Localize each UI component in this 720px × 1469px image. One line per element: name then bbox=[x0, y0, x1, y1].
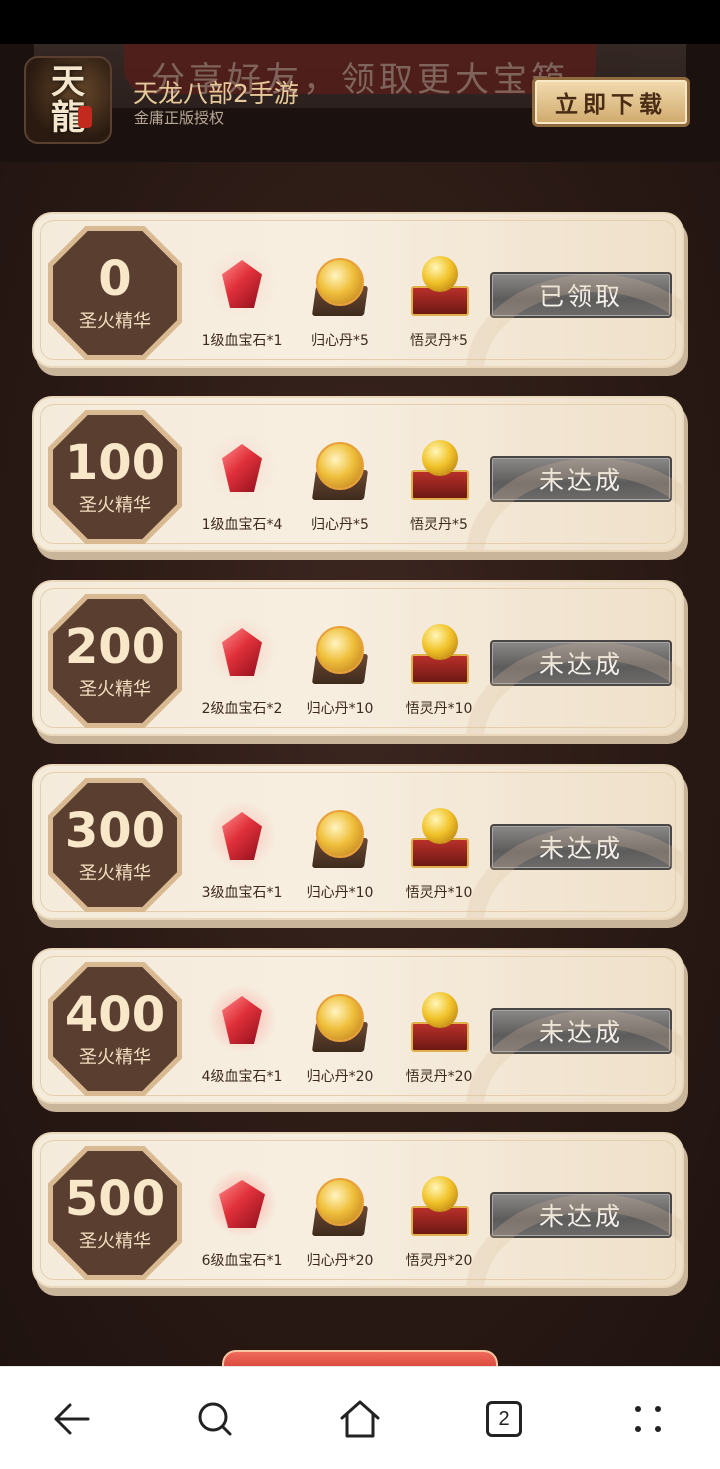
reward-item-pill[interactable]: 归心丹*5 bbox=[292, 214, 388, 366]
reward-list: 0 圣火精华 1级血宝石*1 归心丹*5 悟灵丹*5 已领取 100 圣火精华 … bbox=[0, 162, 720, 1366]
reward-item-gem[interactable]: 4级血宝石*1 bbox=[194, 950, 290, 1102]
wuling-pill-chest-icon bbox=[409, 806, 471, 872]
claim-status-button[interactable]: 未达成 bbox=[490, 640, 672, 686]
threshold-badge: 100 圣火精华 bbox=[48, 410, 182, 544]
reward-item-chest[interactable]: 悟灵丹*20 bbox=[391, 950, 487, 1102]
back-button[interactable] bbox=[42, 1393, 102, 1445]
app-title: 天龙八部2手游 bbox=[133, 79, 299, 108]
threshold-unit: 圣火精华 bbox=[79, 1047, 151, 1068]
threshold-value: 0 bbox=[98, 251, 132, 307]
guixin-pill-icon bbox=[308, 624, 372, 688]
app-logo[interactable]: 天龍 bbox=[24, 56, 112, 144]
wuling-pill-chest-icon bbox=[409, 438, 471, 504]
home-icon bbox=[340, 1400, 380, 1438]
guixin-pill-icon bbox=[308, 992, 372, 1056]
threshold-unit: 圣火精华 bbox=[79, 863, 151, 884]
reward-item-chest[interactable]: 悟灵丹*10 bbox=[391, 766, 487, 918]
bottom-action-tab[interactable] bbox=[222, 1350, 498, 1366]
threshold-badge: 200 圣火精华 bbox=[48, 594, 182, 728]
reward-item-pill[interactable]: 归心丹*20 bbox=[292, 1134, 388, 1286]
threshold-unit: 圣火精华 bbox=[79, 1231, 151, 1252]
reward-item-pill[interactable]: 归心丹*10 bbox=[292, 766, 388, 918]
wuling-pill-chest-icon bbox=[409, 254, 471, 320]
threshold-value: 200 bbox=[64, 619, 166, 675]
claim-status-button[interactable]: 未达成 bbox=[490, 1192, 672, 1238]
status-bar bbox=[0, 0, 720, 44]
threshold-unit: 圣火精华 bbox=[79, 311, 151, 332]
tab-count: 2 bbox=[498, 1407, 510, 1430]
reward-item-pill[interactable]: 归心丹*10 bbox=[292, 582, 388, 734]
threshold-value: 100 bbox=[64, 435, 166, 491]
guixin-pill-icon bbox=[308, 256, 372, 320]
search-button[interactable] bbox=[185, 1393, 245, 1445]
back-icon bbox=[54, 1403, 90, 1435]
wuling-pill-chest-icon bbox=[409, 622, 471, 688]
browser-nav-bar: 2 bbox=[0, 1366, 720, 1469]
reward-item-chest[interactable]: 悟灵丹*5 bbox=[391, 214, 487, 366]
threshold-badge: 300 圣火精华 bbox=[48, 778, 182, 912]
menu-button[interactable] bbox=[618, 1393, 678, 1445]
wuling-pill-chest-icon bbox=[409, 990, 471, 1056]
claim-status-button[interactable]: 未达成 bbox=[490, 824, 672, 870]
reward-card: 0 圣火精华 1级血宝石*1 归心丹*5 悟灵丹*5 已领取 bbox=[32, 212, 688, 378]
guixin-pill-icon bbox=[308, 808, 372, 872]
reward-item-pill[interactable]: 归心丹*5 bbox=[292, 398, 388, 550]
reward-card: 500 圣火精华 6级血宝石*1 归心丹*20 悟灵丹*20 未达成 bbox=[32, 1132, 688, 1298]
reward-item-gem[interactable]: 2级血宝石*2 bbox=[194, 582, 290, 734]
reward-item-gem[interactable]: 1级血宝石*4 bbox=[194, 398, 290, 550]
app-download-banner: 分享好友，领取更大宝箱 天龍 天龙八部2手游 金庸正版授权 立即下载 bbox=[0, 44, 720, 162]
app-subtitle: 金庸正版授权 bbox=[134, 109, 225, 127]
threshold-value: 300 bbox=[64, 803, 166, 859]
claim-status-button[interactable]: 未达成 bbox=[490, 456, 672, 502]
guixin-pill-icon bbox=[308, 440, 372, 504]
threshold-value: 400 bbox=[64, 987, 166, 1043]
claim-status-button[interactable]: 已领取 bbox=[490, 272, 672, 318]
threshold-badge: 400 圣火精华 bbox=[48, 962, 182, 1096]
reward-item-gem[interactable]: 1级血宝石*1 bbox=[194, 214, 290, 366]
claim-status-button[interactable]: 未达成 bbox=[490, 1008, 672, 1054]
threshold-value: 500 bbox=[64, 1171, 166, 1227]
wuling-pill-chest-icon bbox=[409, 1174, 471, 1240]
download-button[interactable]: 立即下载 bbox=[532, 77, 690, 127]
threshold-unit: 圣火精华 bbox=[79, 679, 151, 700]
reward-item-pill[interactable]: 归心丹*20 bbox=[292, 950, 388, 1102]
tabs-button[interactable]: 2 bbox=[474, 1393, 534, 1445]
menu-icon bbox=[635, 1406, 661, 1432]
reward-item-gem[interactable]: 6级血宝石*1 bbox=[194, 1134, 290, 1286]
reward-item-chest[interactable]: 悟灵丹*20 bbox=[391, 1134, 487, 1286]
reward-card: 400 圣火精华 4级血宝石*1 归心丹*20 悟灵丹*20 未达成 bbox=[32, 948, 688, 1114]
reward-card: 200 圣火精华 2级血宝石*2 归心丹*10 悟灵丹*10 未达成 bbox=[32, 580, 688, 746]
reward-item-chest[interactable]: 悟灵丹*5 bbox=[391, 398, 487, 550]
search-icon bbox=[198, 1402, 232, 1436]
guixin-pill-icon bbox=[308, 1176, 372, 1240]
reward-item-chest[interactable]: 悟灵丹*10 bbox=[391, 582, 487, 734]
reward-card: 300 圣火精华 3级血宝石*1 归心丹*10 悟灵丹*10 未达成 bbox=[32, 764, 688, 930]
threshold-unit: 圣火精华 bbox=[79, 495, 151, 516]
tabs-icon: 2 bbox=[486, 1401, 522, 1437]
threshold-badge: 0 圣火精华 bbox=[48, 226, 182, 360]
home-button[interactable] bbox=[330, 1393, 390, 1445]
threshold-badge: 500 圣火精华 bbox=[48, 1146, 182, 1280]
reward-card: 100 圣火精华 1级血宝石*4 归心丹*5 悟灵丹*5 未达成 bbox=[32, 396, 688, 562]
reward-item-gem[interactable]: 3级血宝石*1 bbox=[194, 766, 290, 918]
